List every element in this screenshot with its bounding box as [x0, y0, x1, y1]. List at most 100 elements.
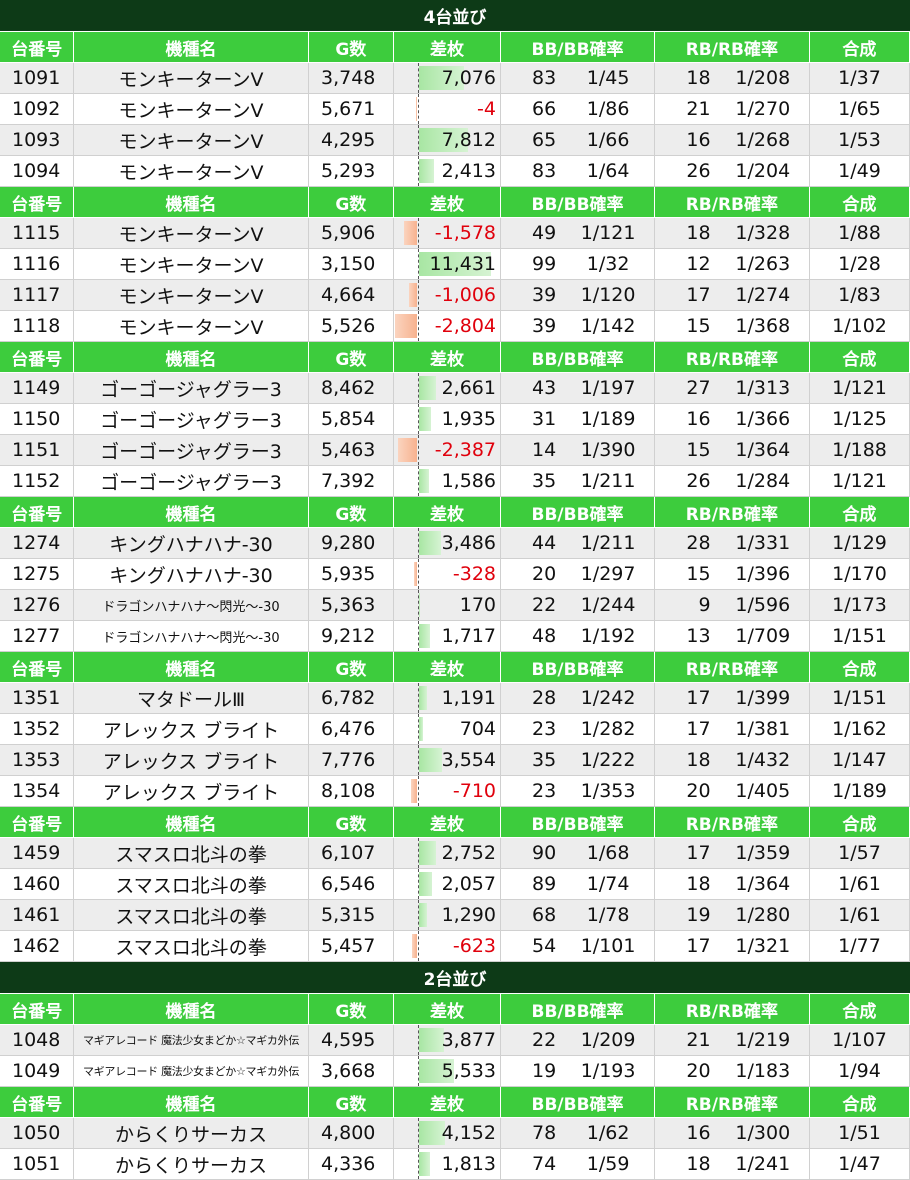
table-row[interactable]: 1275 キングハナハナ-30 5,935 -328 20 1/297 15 1/396 1/1…	[0, 559, 910, 590]
table-row[interactable]: 1093 モンキーターンV 4,295 7,812 65 1/66 16 1/268 1/53	[0, 125, 910, 156]
diff-cell: 1,813	[394, 1149, 501, 1180]
table-row[interactable]: 1117 モンキーターンV 4,664 -1,006 39 1/120 17 1/274 1/8…	[0, 280, 910, 311]
table-row[interactable]: 1274 キングハナハナ-30 9,280 3,486 44 1/211 28 1/331 1/…	[0, 528, 910, 559]
machine-name: モンキーターンV	[74, 311, 309, 342]
rb-rate: 1/366	[735, 408, 791, 430]
diff-bar	[412, 934, 417, 958]
table-row[interactable]: 1460 スマスロ北斗の拳 6,546 2,057 89 1/74 18 1/364 1/61	[0, 869, 910, 900]
combined-rate: 1/189	[810, 776, 910, 807]
combined-rate: 1/61	[810, 900, 910, 931]
table-row[interactable]: 1118 モンキーターンV 5,526 -2,804 39 1/142 15 1/368 1/1…	[0, 311, 910, 342]
game-count: 4,295	[309, 125, 394, 156]
rb-rate: 1/368	[735, 315, 791, 337]
table-row[interactable]: 1091 モンキーターンV 3,748 7,076 83 1/45 18 1/208 1/37	[0, 63, 910, 94]
game-count: 4,595	[309, 1025, 394, 1056]
combined-rate: 1/53	[810, 125, 910, 156]
rb-rate: 1/208	[735, 67, 791, 89]
bb-cell: 35 1/222	[501, 745, 655, 776]
table-row[interactable]: 1092 モンキーターンV 5,671 -4 66 1/86 21 1/270 1/65	[0, 94, 910, 125]
bb-rate: 1/64	[586, 160, 630, 182]
diff-cell: 1,586	[394, 466, 501, 497]
games-header: G数	[308, 32, 394, 63]
rb-rate: 1/280	[735, 904, 791, 926]
bb-rate: 1/45	[586, 67, 630, 89]
rb-cell: 17 1/381	[655, 714, 810, 745]
bb-cell: 22 1/209	[501, 1025, 655, 1056]
table-row[interactable]: 1149 ゴーゴージャグラー3 8,462 2,661 43 1/197 27 1/313 1/…	[0, 373, 910, 404]
diff-header: 差枚	[393, 994, 502, 1025]
machine-name: からくりサーカス	[74, 1149, 309, 1180]
diff-bar	[419, 872, 433, 896]
diff-value: 704	[459, 718, 496, 740]
table-row[interactable]: 1353 アレックス ブライト 7,776 3,554 35 1/222 18 1/432 1/…	[0, 745, 910, 776]
machine-name: マタドールⅢ	[74, 683, 309, 714]
table-row[interactable]: 1276 ドラゴンハナハナ～閃光～-30 5,363 170 22 1/244 9 1/596…	[0, 590, 910, 621]
combined-header: 合成	[809, 652, 910, 683]
bb-cell: 99 1/32	[501, 249, 655, 280]
rb-count: 17	[686, 718, 711, 740]
diff-bar	[419, 593, 421, 617]
machine-number: 1274	[0, 528, 74, 559]
rb-rate: 1/331	[735, 532, 791, 554]
table-row[interactable]: 1116 モンキーターンV 3,150 11,431 99 1/32 12 1/263 1/28	[0, 249, 910, 280]
bb-cell: 90 1/68	[501, 838, 655, 869]
diff-value: -2,387	[434, 439, 496, 461]
combined-rate: 1/61	[810, 869, 910, 900]
rb-rate-header: RB/RB確率	[654, 994, 810, 1025]
diff-value: 7,812	[441, 129, 496, 151]
rb-rate: 1/328	[735, 222, 791, 244]
rb-count: 19	[686, 904, 711, 926]
game-count: 4,336	[309, 1149, 394, 1180]
diff-value: -623	[452, 935, 496, 957]
machine-number: 1462	[0, 931, 74, 962]
machine-name: モンキーターンV	[74, 156, 309, 187]
table-row[interactable]: 1277 ドラゴンハナハナ～閃光～-30 9,212 1,717 48 1/192 13 1/…	[0, 621, 910, 652]
table-row[interactable]: 1461 スマスロ北斗の拳 5,315 1,290 68 1/78 19 1/280 1/61	[0, 900, 910, 931]
table-row[interactable]: 1354 アレックス ブライト 8,108 -710 23 1/353 20 1/405 1/1…	[0, 776, 910, 807]
rb-cell: 12 1/263	[655, 249, 810, 280]
slot-data-table: 4台並び 台番号 機種名 G数 差枚 BB/BB確率 RB/RB確率 合成 1091 モンキーター…	[0, 0, 910, 1180]
game-count: 5,457	[309, 931, 394, 962]
machine-name: ドラゴンハナハナ～閃光～-30	[74, 590, 309, 621]
table-row[interactable]: 1462 スマスロ北斗の拳 5,457 -623 54 1/101 17 1/321 1/77	[0, 931, 910, 962]
bb-count: 22	[532, 594, 557, 616]
table-row[interactable]: 1051 からくりサーカス 4,336 1,813 74 1/59 18 1/241 1/47	[0, 1149, 910, 1180]
rb-rate: 1/321	[735, 935, 791, 957]
diff-cell: 2,661	[394, 373, 501, 404]
bb-rate: 1/242	[580, 687, 636, 709]
machine-name: ゴーゴージャグラー3	[74, 404, 309, 435]
rb-rate: 1/405	[735, 780, 791, 802]
bb-rate: 1/62	[586, 1122, 630, 1144]
machine-number: 1460	[0, 869, 74, 900]
table-row[interactable]: 1351 マタドールⅢ 6,782 1,191 28 1/242 17 1/399 1/151	[0, 683, 910, 714]
game-count: 3,668	[309, 1056, 394, 1087]
rb-cell: 18 1/432	[655, 745, 810, 776]
diff-bar	[419, 531, 442, 555]
bb-cell: 43 1/197	[501, 373, 655, 404]
rb-cell: 15 1/396	[655, 559, 810, 590]
table-row[interactable]: 1115 モンキーターンV 5,906 -1,578 49 1/121 18 1/328 1/8…	[0, 218, 910, 249]
table-row[interactable]: 1049 マギアレコード 魔法少女まどか☆マギカ外伝 3,668 5,533 19 1/1…	[0, 1056, 910, 1087]
table-row[interactable]: 1094 モンキーターンV 5,293 2,413 83 1/64 26 1/204 1/49	[0, 156, 910, 187]
bb-rate: 1/101	[580, 935, 636, 957]
table-row[interactable]: 1048 マギアレコード 魔法少女まどか☆マギカ外伝 4,595 3,877 22 1/2…	[0, 1025, 910, 1056]
bb-cell: 74 1/59	[501, 1149, 655, 1180]
rb-count: 9	[698, 594, 711, 616]
table-row[interactable]: 1352 アレックス ブライト 6,476 704 23 1/282 17 1/381 1/16…	[0, 714, 910, 745]
games-header: G数	[308, 1087, 394, 1118]
table-row[interactable]: 1150 ゴーゴージャグラー3 5,854 1,935 31 1/189 16 1/366 1/…	[0, 404, 910, 435]
table-row[interactable]: 1459 スマスロ北斗の拳 6,107 2,752 90 1/68 17 1/359 1/57	[0, 838, 910, 869]
rb-cell: 26 1/284	[655, 466, 810, 497]
machine-name: ゴーゴージャグラー3	[74, 373, 309, 404]
machine-number: 1092	[0, 94, 74, 125]
bb-count: 35	[532, 749, 557, 771]
bb-count: 20	[532, 563, 557, 585]
rb-rate: 1/204	[735, 160, 791, 182]
rb-cell: 18 1/208	[655, 63, 810, 94]
table-row[interactable]: 1050 からくりサーカス 4,800 4,152 78 1/62 16 1/300 1/51	[0, 1118, 910, 1149]
diff-header: 差枚	[393, 1087, 502, 1118]
game-count: 5,293	[309, 156, 394, 187]
bb-rate: 1/244	[580, 594, 636, 616]
table-row[interactable]: 1152 ゴーゴージャグラー3 7,392 1,586 35 1/211 26 1/284 1/…	[0, 466, 910, 497]
table-row[interactable]: 1151 ゴーゴージャグラー3 5,463 -2,387 14 1/390 15 1/364 1…	[0, 435, 910, 466]
